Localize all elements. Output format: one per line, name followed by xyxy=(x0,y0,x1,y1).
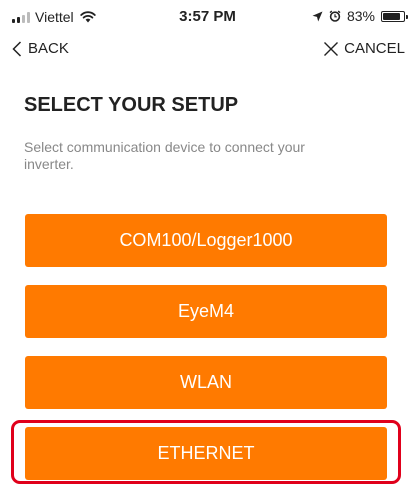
alarm-clock-icon xyxy=(329,10,341,22)
com100-logger1000-button[interactable]: COM100/Logger1000 xyxy=(25,214,387,267)
battery-level-fill xyxy=(383,12,400,20)
location-arrow-icon xyxy=(312,11,323,21)
status-bar: Viettel 3:57 PM 83% xyxy=(0,0,415,30)
close-icon xyxy=(324,41,339,56)
page-subtitle: Select communication device to connect y… xyxy=(24,139,305,172)
eyem4-button[interactable]: EyeM4 xyxy=(25,285,387,338)
battery-icon xyxy=(381,10,408,22)
cancel-label: CANCEL xyxy=(344,40,405,57)
chevron-left-icon xyxy=(12,40,22,57)
back-label: BACK xyxy=(28,40,69,57)
back-button[interactable]: BACK xyxy=(12,40,69,57)
status-indicators: 83% xyxy=(312,8,408,24)
battery-percentage: 83% xyxy=(346,8,375,24)
setup-option-list: COM100/Logger1000 EyeM4 WLAN ETHERNET xyxy=(25,214,387,498)
page-title: SELECT YOUR SETUP xyxy=(24,94,239,116)
cancel-button[interactable]: CANCEL xyxy=(323,40,405,57)
wlan-button[interactable]: WLAN xyxy=(25,356,387,409)
ethernet-button[interactable]: ETHERNET xyxy=(25,427,387,480)
